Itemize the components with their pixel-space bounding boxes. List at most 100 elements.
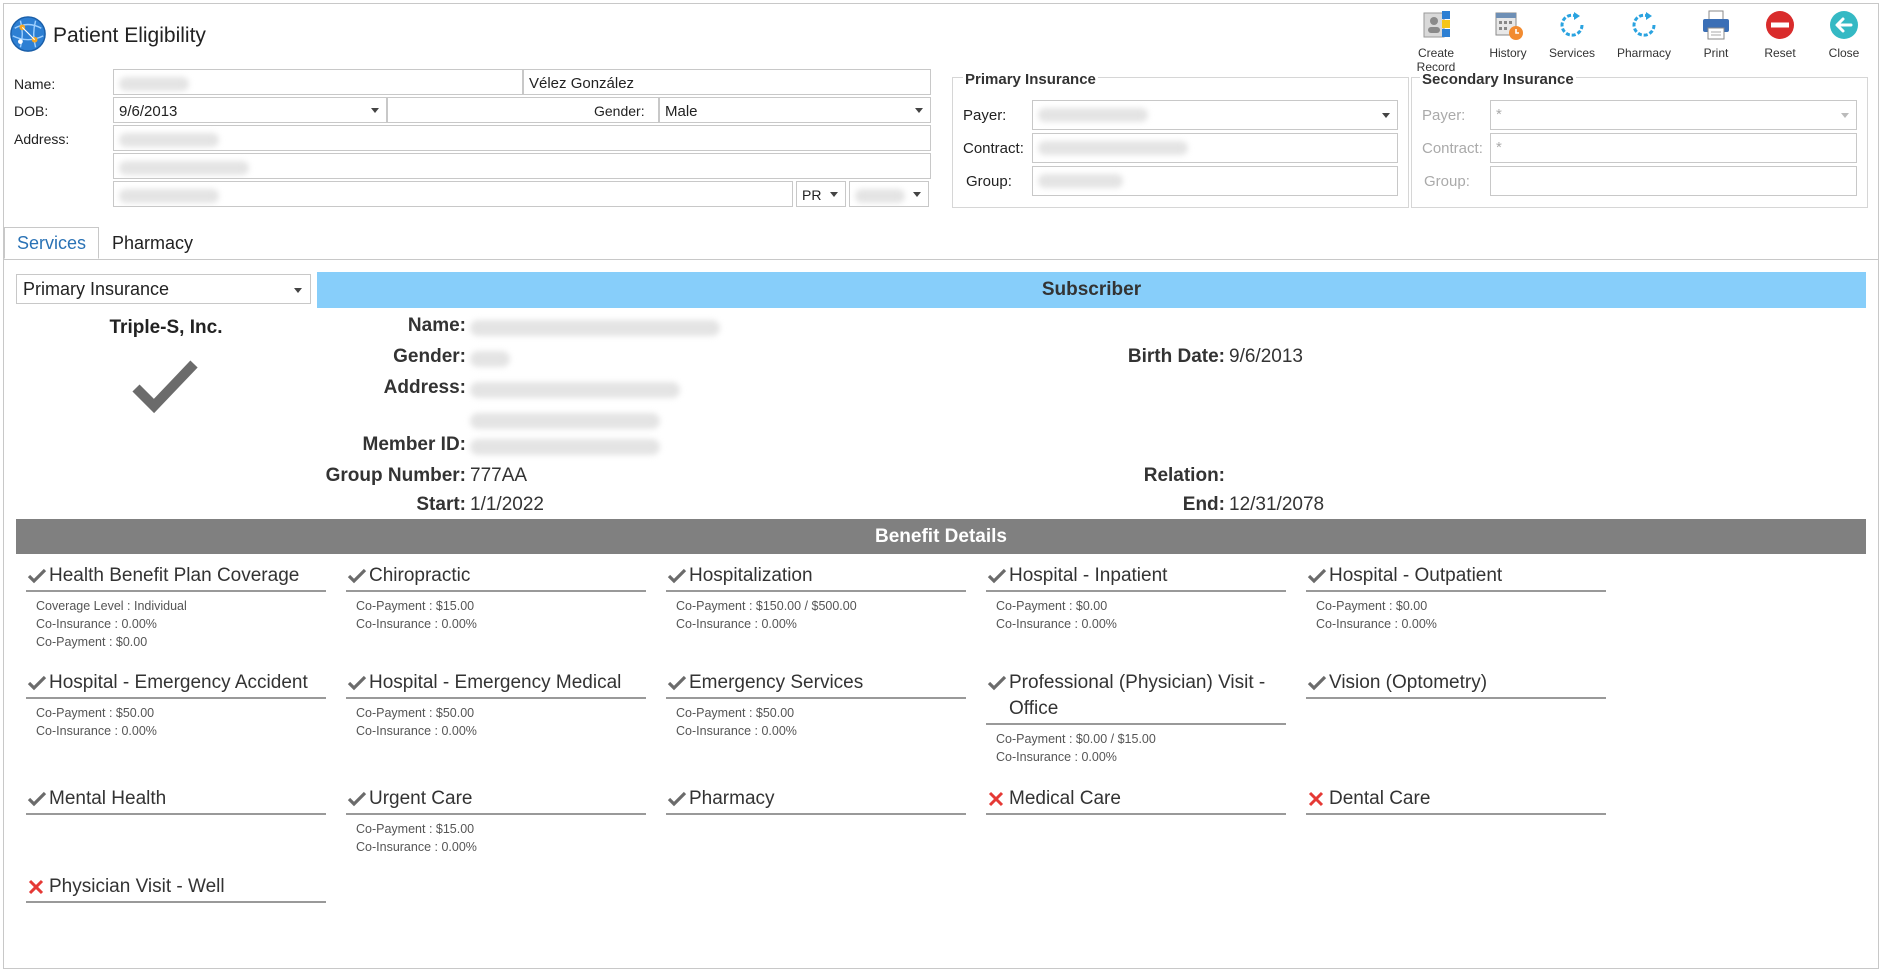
check-icon [1307, 670, 1329, 696]
last-name-field[interactable]: Vélez González [523, 69, 931, 95]
address-line2-field[interactable] [113, 153, 931, 179]
create-record-button[interactable]: Create Record [1397, 8, 1475, 74]
history-label: History [1489, 46, 1527, 60]
start-label: Start: [416, 494, 466, 515]
app-logo-icon [10, 16, 46, 52]
check-icon [667, 786, 689, 812]
chevron-down-icon [1382, 113, 1390, 118]
tab-pharmacy[interactable]: Pharmacy [99, 227, 206, 259]
benefit-detail-line: Co-Payment : $50.00 [356, 706, 475, 720]
tab-divider [3, 259, 1879, 260]
primary-contract-field[interactable] [1032, 133, 1398, 163]
benefit-name: Medical Care [1009, 788, 1121, 809]
insurance-select[interactable]: Primary Insurance [16, 274, 311, 304]
benefit-heading: Dental Care [1306, 786, 1606, 815]
print-icon [1703, 10, 1729, 40]
benefit-heading: Pharmacy [666, 786, 966, 815]
secondary-payer-select[interactable]: * [1490, 100, 1857, 130]
primary-payer-select[interactable] [1032, 100, 1398, 130]
benefit-details: Co-Payment : $150.00 / $500.00 Co-Insuran… [666, 597, 966, 633]
name-label: Name: [14, 76, 56, 92]
secondary-payer-value: * [1496, 106, 1502, 123]
check-icon [667, 563, 689, 589]
zip-select[interactable] [849, 181, 929, 207]
check-icon [347, 563, 369, 589]
birth-date-value: 9/6/2013 [1229, 346, 1303, 367]
subscriber-name-value [470, 317, 720, 339]
address-line1-field[interactable] [113, 125, 931, 151]
tab-services[interactable]: Services [4, 227, 100, 259]
benefit-detail-line: Co-Payment : $15.00 [356, 822, 475, 836]
secondary-group-field[interactable] [1490, 166, 1857, 196]
benefit-detail-line: Co-Insurance : 0.00% [996, 617, 1117, 631]
benefit-detail-line: Co-Payment : $50.00 [676, 706, 795, 720]
benefit-name: Hospital - Inpatient [1009, 565, 1168, 586]
secondary-group-label: Group: [1424, 173, 1470, 190]
benefit-item: Emergency Services Co-Payment : $50.00 Co-… [666, 670, 966, 740]
secondary-contract-field[interactable]: * [1490, 133, 1857, 163]
pharmacy-button[interactable]: Pharmacy [1605, 8, 1683, 74]
state-select[interactable]: PR [796, 181, 846, 207]
create-record-icon [1423, 11, 1450, 38]
benefit-name: Hospital - Emergency Medical [369, 672, 622, 693]
benefit-heading: Chiropractic [346, 563, 646, 592]
benefit-detail-line: Co-Insurance : 0.00% [356, 724, 477, 738]
benefit-item: Health Benefit Plan Coverage Coverage Lev… [26, 563, 326, 651]
benefit-name: Pharmacy [689, 788, 775, 809]
chevron-down-icon [915, 108, 923, 113]
benefit-heading: Medical Care [986, 786, 1286, 815]
benefit-item: Professional (Physician) Visit - Office C… [986, 670, 1286, 766]
group-number-value: 777AA [470, 465, 528, 486]
first-name-field[interactable] [113, 69, 523, 95]
secondary-insurance-title: Secondary Insurance [1420, 71, 1576, 88]
benefit-name: Urgent Care [369, 788, 473, 809]
city-field[interactable] [113, 181, 793, 207]
tab-bar: Services Pharmacy [4, 227, 206, 259]
reset-icon [1766, 11, 1794, 39]
benefit-item: Hospital - Outpatient Co-Payment : $0.00 C… [1306, 563, 1606, 633]
secondary-payer-label: Payer: [1422, 107, 1466, 124]
benefit-details: Coverage Level : Individual Co-Insurance … [26, 597, 326, 651]
relation-label: Relation: [1143, 465, 1225, 486]
dob-picker[interactable]: 9/6/2013 [113, 97, 387, 123]
check-icon [987, 670, 1009, 696]
benefit-detail-line: Co-Insurance : 0.00% [676, 724, 797, 738]
benefit-name: Emergency Services [689, 672, 864, 693]
reset-button[interactable]: Reset [1749, 8, 1811, 74]
subscriber-header: Subscriber [317, 272, 1866, 308]
benefit-detail-line: Co-Insurance : 0.00% [356, 840, 477, 854]
benefit-detail-line: Co-Payment : $150.00 / $500.00 [676, 599, 857, 613]
gender-select[interactable]: Male [659, 97, 931, 123]
secondary-contract-label: Contract: [1422, 140, 1483, 157]
insurance-select-value: Primary Insurance [23, 279, 170, 299]
benefit-item: Hospital - Inpatient Co-Payment : $0.00 Co… [986, 563, 1286, 633]
benefit-name: Professional (Physician) Visit - Office [1009, 672, 1266, 719]
benefit-heading: Health Benefit Plan Coverage [26, 563, 326, 592]
benefit-item: Physician Visit - Well [26, 874, 326, 903]
gender-value: Male [665, 103, 698, 120]
close-button[interactable]: Close [1813, 8, 1875, 74]
benefit-heading: Hospital - Emergency Accident [26, 670, 326, 699]
history-button[interactable]: History [1477, 8, 1539, 74]
cross-icon [1307, 786, 1329, 812]
primary-payer-label: Payer: [963, 107, 1007, 124]
primary-group-field[interactable] [1032, 166, 1398, 196]
print-label: Print [1703, 46, 1729, 60]
benefit-name: Hospitalization [689, 565, 813, 586]
benefit-name: Vision (Optometry) [1329, 672, 1488, 693]
benefit-name: Hospital - Emergency Accident [49, 672, 308, 693]
start-value: 1/1/2022 [470, 494, 544, 515]
primary-group-label: Group: [966, 173, 1012, 190]
state-value: PR [802, 187, 822, 203]
print-button[interactable]: Print [1685, 8, 1747, 74]
benefit-name: Hospital - Outpatient [1329, 565, 1503, 586]
benefit-name: Dental Care [1329, 788, 1431, 809]
check-icon [347, 786, 369, 812]
benefit-detail-line: Co-Payment : $0.00 [1316, 599, 1428, 613]
secondary-contract-value: * [1496, 139, 1502, 156]
benefit-detail-line: Co-Payment : $15.00 [356, 599, 475, 613]
gender-label: Gender: [594, 103, 645, 119]
benefit-item: Mental Health [26, 786, 326, 815]
primary-insurance-title: Primary Insurance [963, 71, 1098, 88]
services-button[interactable]: Services [1541, 8, 1603, 74]
